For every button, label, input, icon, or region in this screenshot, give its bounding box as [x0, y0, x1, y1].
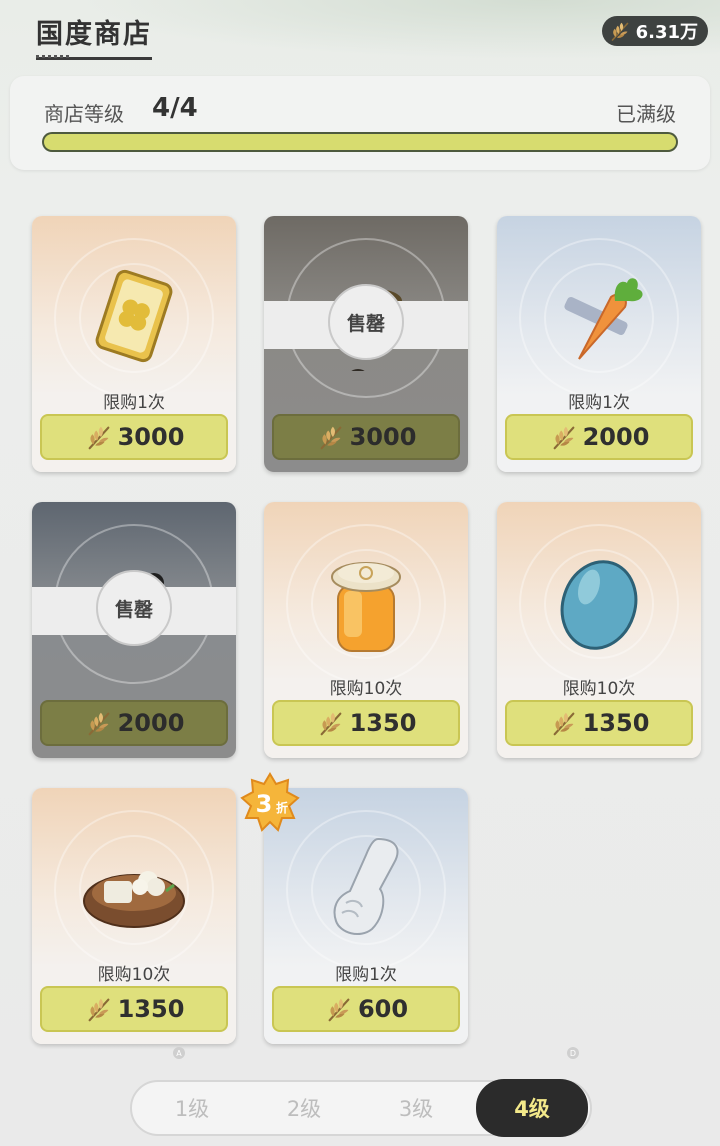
buy-button[interactable]: 600: [272, 986, 460, 1032]
sold-out-badge: 售罄: [96, 570, 172, 646]
wheat-leaf-icon: [316, 422, 346, 452]
shop-item-sold-out[interactable]: 售罄 2000: [32, 502, 236, 758]
buy-button[interactable]: 2000: [505, 414, 693, 460]
wheat-leaf-icon: [84, 994, 114, 1024]
shop-level-panel: 商店等级 4/4 已满级: [10, 76, 710, 170]
wheat-leaf-icon: [84, 708, 114, 738]
shop-item-carrot[interactable]: 限购1次 2000: [497, 216, 701, 472]
wheat-leaf-icon: [84, 422, 114, 452]
purchase-limit: 限购10次: [329, 679, 403, 699]
shop-level-status: 已满级: [616, 102, 676, 126]
price-value: 1350: [117, 995, 185, 1023]
purchase-limit: 限购1次: [568, 393, 630, 413]
discount-unit: 折: [276, 800, 288, 815]
level-progress-bar: [42, 132, 678, 152]
food-bowl-icon: [83, 871, 185, 928]
shop-item-clover-card[interactable]: 限购1次 3000: [32, 216, 236, 472]
shop-item-blue-egg[interactable]: 限购10次 1350: [497, 502, 701, 758]
wheat-leaf-icon: [316, 708, 346, 738]
price-value: 1350: [349, 709, 417, 737]
tab-level-1[interactable]: 1级: [136, 1082, 248, 1134]
price-value: 1350: [582, 709, 650, 737]
tab-level-4[interactable]: 4级: [476, 1079, 588, 1137]
currency-display[interactable]: 6.31万: [601, 16, 708, 46]
decoration-dot-d: D: [567, 1047, 579, 1059]
buy-button[interactable]: 3000: [40, 414, 228, 460]
white-glove-icon: [333, 837, 399, 936]
buy-button[interactable]: 1350: [40, 986, 228, 1032]
discount-number: 3: [256, 790, 273, 818]
shop-item-sold-out[interactable]: 售罄 3000: [264, 216, 468, 472]
blue-egg-icon: [560, 560, 638, 650]
discount-badge: 3 折: [240, 772, 300, 832]
price-value: 3000: [117, 423, 185, 451]
title-decoration: [36, 55, 70, 58]
level-tab-bar: 1级 2级 3级 4级: [130, 1079, 592, 1137]
buy-button[interactable]: 1350: [505, 700, 693, 746]
purchase-limit: 限购1次: [103, 393, 165, 413]
tab-level-3[interactable]: 3级: [360, 1082, 472, 1134]
buy-button[interactable]: 2000: [40, 700, 228, 746]
clover-card-icon: [95, 269, 173, 363]
price-value: 600: [357, 995, 409, 1023]
wheat-leaf-icon: [549, 708, 579, 738]
sold-out-badge: 售罄: [328, 284, 404, 360]
currency-value: 6.31万: [635, 22, 698, 43]
price-value: 2000: [582, 423, 650, 451]
buy-button[interactable]: 3000: [272, 414, 460, 460]
shop-item-food-bowl[interactable]: 限购10次 1350: [32, 788, 236, 1044]
purchase-limit: 限购10次: [562, 679, 636, 699]
purchase-limit: 限购1次: [335, 965, 397, 985]
honey-jar-icon: [331, 562, 401, 652]
carrot-icon: [564, 278, 643, 360]
wheat-leaf-icon: [324, 994, 354, 1024]
tab-level-2[interactable]: 2级: [248, 1082, 360, 1134]
shop-item-honey-jar[interactable]: 限购10次 1350: [264, 502, 468, 758]
shop-level-value: 4/4: [152, 93, 198, 123]
wheat-leaf-icon: [549, 422, 579, 452]
decoration-dot-a: A: [173, 1047, 185, 1059]
header: 国度商店 6.31万: [0, 0, 720, 70]
shop-level-label: 商店等级: [44, 102, 124, 126]
buy-button[interactable]: 1350: [272, 700, 460, 746]
price-value: 3000: [349, 423, 417, 451]
price-value: 2000: [117, 709, 185, 737]
purchase-limit: 限购10次: [97, 965, 171, 985]
page-title: 国度商店: [36, 12, 152, 60]
level-progress-fill: [44, 134, 676, 150]
wheat-leaf-icon: [608, 19, 632, 43]
